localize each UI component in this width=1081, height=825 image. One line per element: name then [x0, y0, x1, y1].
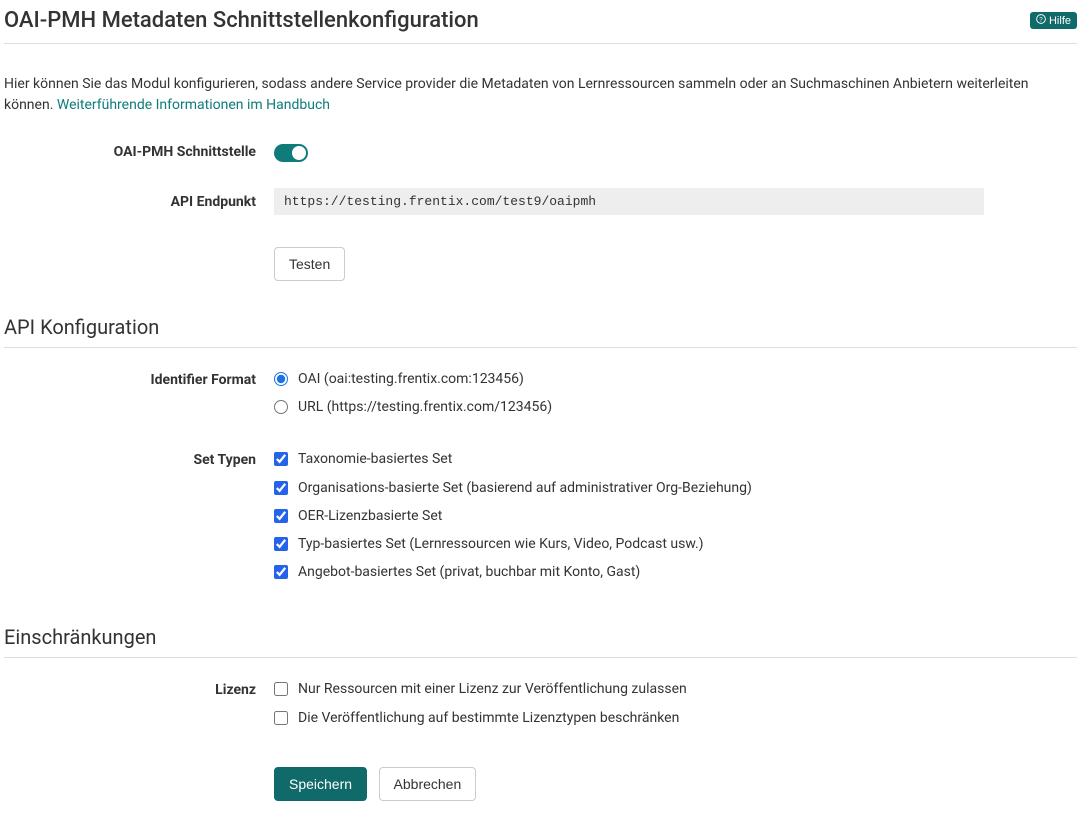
license-option-label[interactable]: Die Veröffentlichung auf bestimmte Lizen… — [298, 709, 679, 727]
page-title: OAI-PMH Metadaten Schnittstellenkonfigur… — [4, 8, 479, 33]
identifier-format-option-label[interactable]: URL (https://testing.frentix.com/123456) — [298, 398, 552, 416]
identifier-format-label: Identifier Format — [4, 370, 274, 388]
set-types-label: Set Typen — [4, 450, 274, 468]
help-button[interactable]: ? Hilfe — [1030, 12, 1077, 29]
set-type-checkbox-offer[interactable] — [274, 565, 288, 579]
svg-text:?: ? — [1039, 17, 1043, 24]
license-label: Lizenz — [4, 680, 274, 698]
endpoint-label: API Endpunkt — [4, 188, 274, 210]
interface-label: OAI-PMH Schnittstelle — [4, 142, 274, 160]
set-type-label[interactable]: Organisations-basierte Set (basierend au… — [298, 479, 752, 497]
set-type-checkbox-org[interactable] — [274, 481, 288, 495]
identifier-format-radio-oai[interactable] — [274, 372, 288, 386]
test-button[interactable]: Testen — [274, 247, 345, 281]
help-label: Hilfe — [1049, 15, 1071, 27]
set-type-checkbox-taxonomy[interactable] — [274, 452, 288, 466]
interface-toggle[interactable] — [274, 144, 308, 162]
help-icon: ? — [1036, 14, 1046, 27]
license-checkbox-restrict-types[interactable] — [274, 711, 288, 725]
restrictions-heading: Einschränkungen — [4, 625, 1077, 658]
cancel-button[interactable]: Abbrechen — [379, 767, 477, 801]
set-type-label[interactable]: OER-Lizenzbasierte Set — [298, 507, 442, 525]
intro-handbook-link[interactable]: Weiterführende Informationen im Handbuch — [57, 97, 330, 113]
identifier-format-option-label[interactable]: OAI (oai:testing.frentix.com:123456) — [298, 370, 524, 388]
set-type-label[interactable]: Taxonomie-basiertes Set — [298, 450, 452, 468]
set-type-checkbox-type[interactable] — [274, 537, 288, 551]
set-type-label[interactable]: Typ-basiertes Set (Lernressourcen wie Ku… — [298, 535, 704, 553]
api-config-heading: API Konfiguration — [4, 315, 1077, 348]
toggle-knob — [292, 146, 306, 160]
set-type-checkbox-oer[interactable] — [274, 509, 288, 523]
set-type-label[interactable]: Angebot-basiertes Set (privat, buchbar m… — [298, 563, 640, 581]
intro-text: Hier können Sie das Modul konfigurieren,… — [4, 74, 1064, 116]
license-option-label[interactable]: Nur Ressourcen mit einer Lizenz zur Verö… — [298, 680, 687, 698]
license-checkbox-only-licensed[interactable] — [274, 682, 288, 696]
save-button[interactable]: Speichern — [274, 767, 367, 801]
endpoint-value: https://testing.frentix.com/test9/oaipmh — [274, 188, 984, 215]
identifier-format-radio-url[interactable] — [274, 400, 288, 414]
